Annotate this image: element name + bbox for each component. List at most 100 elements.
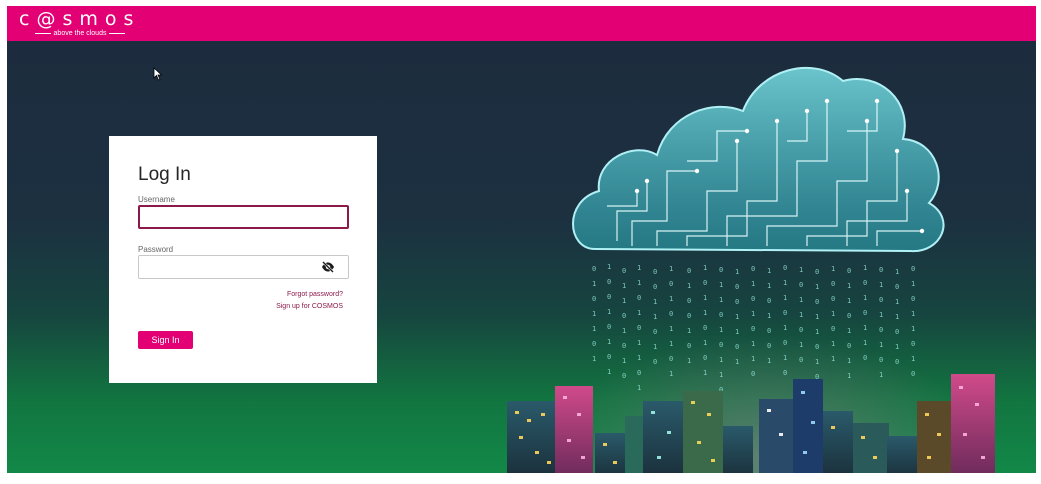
signup-link[interactable]: Sign up for COSMOS <box>276 303 343 310</box>
svg-text:0: 0 <box>911 265 915 273</box>
top-bar: c@smos above the clouds <box>7 6 1036 41</box>
svg-text:0: 0 <box>687 342 691 350</box>
svg-text:1: 1 <box>911 355 915 363</box>
svg-text:0: 0 <box>783 264 787 272</box>
svg-text:0: 0 <box>767 327 771 335</box>
svg-text:1: 1 <box>847 297 851 305</box>
svg-text:0: 0 <box>751 370 755 378</box>
svg-text:1: 1 <box>879 281 883 289</box>
svg-text:1: 1 <box>592 325 596 333</box>
svg-text:0: 0 <box>622 267 626 275</box>
svg-text:0: 0 <box>653 268 657 276</box>
svg-text:1: 1 <box>895 268 899 276</box>
svg-text:0: 0 <box>895 358 899 366</box>
svg-text:0: 0 <box>637 294 641 302</box>
svg-text:0: 0 <box>895 283 899 291</box>
mouse-pointer-icon <box>153 67 163 81</box>
svg-text:0: 0 <box>847 342 851 350</box>
svg-text:1: 1 <box>653 313 657 321</box>
svg-text:1: 1 <box>687 282 691 290</box>
svg-text:1: 1 <box>847 357 851 365</box>
svg-text:1: 1 <box>879 371 883 379</box>
svg-text:1: 1 <box>767 357 771 365</box>
svg-text:1: 1 <box>703 264 707 272</box>
svg-text:1: 1 <box>767 267 771 275</box>
svg-text:0: 0 <box>719 341 723 349</box>
svg-text:1: 1 <box>863 324 867 332</box>
svg-text:1: 1 <box>895 313 899 321</box>
svg-text:1: 1 <box>622 357 626 365</box>
svg-text:0: 0 <box>783 309 787 317</box>
svg-text:1: 1 <box>669 370 673 378</box>
password-input[interactable] <box>138 255 349 279</box>
svg-text:0: 0 <box>687 312 691 320</box>
svg-text:0: 0 <box>592 340 596 348</box>
svg-text:1: 1 <box>703 369 707 377</box>
svg-text:1: 1 <box>799 296 803 304</box>
svg-text:0: 0 <box>669 280 673 288</box>
svg-text:1: 1 <box>592 355 596 363</box>
svg-text:1: 1 <box>831 310 835 318</box>
svg-text:0: 0 <box>703 354 707 362</box>
svg-text:1: 1 <box>879 311 883 319</box>
svg-text:1: 1 <box>669 265 673 273</box>
svg-text:0: 0 <box>669 310 673 318</box>
svg-text:0: 0 <box>751 265 755 273</box>
svg-text:1: 1 <box>653 343 657 351</box>
svg-text:0: 0 <box>879 266 883 274</box>
svg-text:1: 1 <box>863 339 867 347</box>
svg-text:1: 1 <box>831 340 835 348</box>
svg-text:1: 1 <box>879 341 883 349</box>
svg-text:0: 0 <box>637 324 641 332</box>
svg-text:0: 0 <box>719 311 723 319</box>
svg-text:0: 0 <box>653 358 657 366</box>
svg-text:1: 1 <box>847 282 851 290</box>
svg-text:1: 1 <box>751 280 755 288</box>
svg-text:1: 1 <box>783 354 787 362</box>
username-input[interactable] <box>138 205 349 229</box>
cosmos-logo[interactable]: c@smos above the clouds <box>19 8 141 38</box>
svg-text:0: 0 <box>637 369 641 377</box>
svg-text:0: 0 <box>863 354 867 362</box>
svg-text:1: 1 <box>703 309 707 317</box>
svg-text:1: 1 <box>669 340 673 348</box>
eye-slash-icon[interactable] <box>321 261 335 273</box>
svg-text:1: 1 <box>687 357 691 365</box>
svg-text:0: 0 <box>847 267 851 275</box>
svg-text:0: 0 <box>799 281 803 289</box>
svg-text:1: 1 <box>751 355 755 363</box>
svg-text:1: 1 <box>719 356 723 364</box>
svg-text:1: 1 <box>607 308 611 316</box>
svg-text:1: 1 <box>783 324 787 332</box>
forgot-password-link[interactable]: Forgot password? <box>287 291 343 298</box>
svg-text:0: 0 <box>783 339 787 347</box>
svg-text:0: 0 <box>607 323 611 331</box>
username-label: Username <box>138 195 175 204</box>
svg-text:1: 1 <box>911 280 915 288</box>
svg-text:0: 0 <box>719 266 723 274</box>
logo-wordmark: c@smos <box>19 8 141 30</box>
svg-text:0: 0 <box>767 342 771 350</box>
svg-text:1: 1 <box>911 310 915 318</box>
svg-text:1: 1 <box>831 355 835 363</box>
svg-text:1: 1 <box>767 312 771 320</box>
svg-text:1: 1 <box>735 268 739 276</box>
binary-rain: 0 1 0 1 1 0 1 1 0 0 1 0 1 0 1 0 1 1 0 1 0 1 0 1 1 0 1 0 1 1 0 1 0 0 1 1… <box>592 263 915 394</box>
sign-in-button[interactable]: Sign In <box>138 331 193 349</box>
svg-text:1: 1 <box>863 294 867 302</box>
svg-text:1: 1 <box>703 339 707 347</box>
app-window: c@smos above the clouds 0 1 0 1 1 0 1 1 … <box>7 6 1036 479</box>
svg-text:0: 0 <box>831 325 835 333</box>
svg-text:1: 1 <box>799 341 803 349</box>
svg-text:0: 0 <box>687 297 691 305</box>
svg-text:0: 0 <box>653 283 657 291</box>
svg-text:0: 0 <box>592 265 596 273</box>
svg-text:1: 1 <box>895 343 899 351</box>
svg-text:1: 1 <box>637 354 641 362</box>
svg-text:1: 1 <box>831 265 835 273</box>
city-skyline <box>507 374 995 479</box>
svg-text:0: 0 <box>751 325 755 333</box>
svg-text:1: 1 <box>607 368 611 376</box>
svg-text:1: 1 <box>719 326 723 334</box>
svg-text:1: 1 <box>607 338 611 346</box>
